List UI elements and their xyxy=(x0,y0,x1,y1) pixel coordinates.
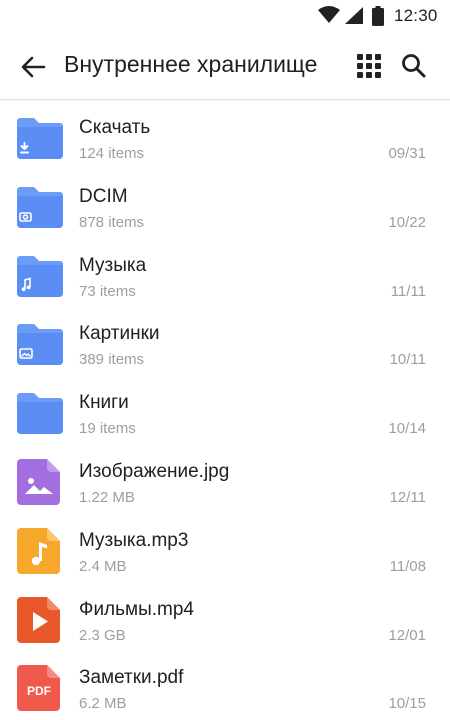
file-name: Картинки xyxy=(79,323,160,345)
file-name: Изображение.jpg xyxy=(79,460,230,482)
file-meta: 878 items xyxy=(79,213,145,231)
file-date: 12/11 xyxy=(389,488,426,506)
app-bar: Внутреннее хранилище xyxy=(0,32,450,100)
clock: 12:30 xyxy=(394,6,438,25)
file-meta: 2.4 MB xyxy=(79,557,127,575)
file-name: DCIM xyxy=(79,185,128,207)
file-name: Музыка xyxy=(79,254,147,276)
file-list: Скачать 124 items 09/31 DCIM 878 items 1… xyxy=(0,101,450,720)
search-icon[interactable] xyxy=(400,52,428,80)
signal-icon xyxy=(345,7,363,24)
status-bar: 12:30 xyxy=(0,0,450,32)
file-name: Заметки.pdf xyxy=(79,667,184,689)
list-item[interactable]: Книги 19 items 10/14 xyxy=(0,376,450,445)
folder-download-icon xyxy=(17,118,63,159)
file-date: 10/22 xyxy=(388,213,426,231)
list-item[interactable]: DCIM 878 items 10/22 xyxy=(0,170,450,239)
file-meta: 73 items xyxy=(79,282,136,300)
file-name: Музыка.mp3 xyxy=(79,529,189,551)
file-date: 12/01 xyxy=(388,626,426,644)
file-meta: 2.3 GB xyxy=(79,626,126,644)
list-item[interactable]: Картинки 389 items 10/11 xyxy=(0,307,450,376)
file-date: 11/11 xyxy=(390,282,426,300)
file-name: Скачать xyxy=(79,117,151,138)
list-item[interactable]: Скачать 124 items 09/31 xyxy=(0,101,450,170)
file-date: 10/11 xyxy=(389,351,426,369)
image-file-icon xyxy=(17,458,60,505)
file-meta: 389 items xyxy=(79,351,145,369)
folder-icon xyxy=(17,393,63,435)
list-item[interactable]: PDF Заметки.pdf 6.2 MB 10/15 xyxy=(0,651,450,720)
page-title: Внутреннее хранилище xyxy=(64,51,318,77)
pdf-file-icon: PDF xyxy=(17,665,60,712)
list-item[interactable]: Фильмы.mp4 2.3 GB 12/01 xyxy=(0,583,450,652)
file-meta: 19 items xyxy=(79,420,136,438)
pdf-badge: PDF xyxy=(27,684,51,698)
audio-file-icon xyxy=(17,527,60,574)
file-meta: 124 items xyxy=(79,145,145,162)
list-item[interactable]: Музыка 73 items 11/11 xyxy=(0,239,450,308)
file-date: 09/31 xyxy=(388,145,426,162)
arrow-back-icon[interactable] xyxy=(18,52,48,82)
wifi-icon xyxy=(318,6,340,23)
file-name: Фильмы.mp4 xyxy=(79,598,195,620)
grid-view-icon[interactable] xyxy=(356,53,382,79)
folder-camera-icon xyxy=(17,186,63,228)
file-date: 10/15 xyxy=(388,695,426,713)
file-meta: 6.2 MB xyxy=(79,695,127,713)
folder-music-icon xyxy=(17,255,63,297)
list-item[interactable]: Музыка.mp3 2.4 MB 11/08 xyxy=(0,514,450,583)
file-name: Книги xyxy=(79,392,129,414)
file-date: 10/14 xyxy=(388,420,426,438)
battery-icon xyxy=(372,6,384,26)
folder-image-icon xyxy=(17,324,63,366)
file-meta: 1.22 MB xyxy=(79,488,135,506)
video-file-icon xyxy=(17,596,60,643)
file-date: 11/08 xyxy=(389,557,426,575)
list-item[interactable]: Изображение.jpg 1.22 MB 12/11 xyxy=(0,445,450,514)
